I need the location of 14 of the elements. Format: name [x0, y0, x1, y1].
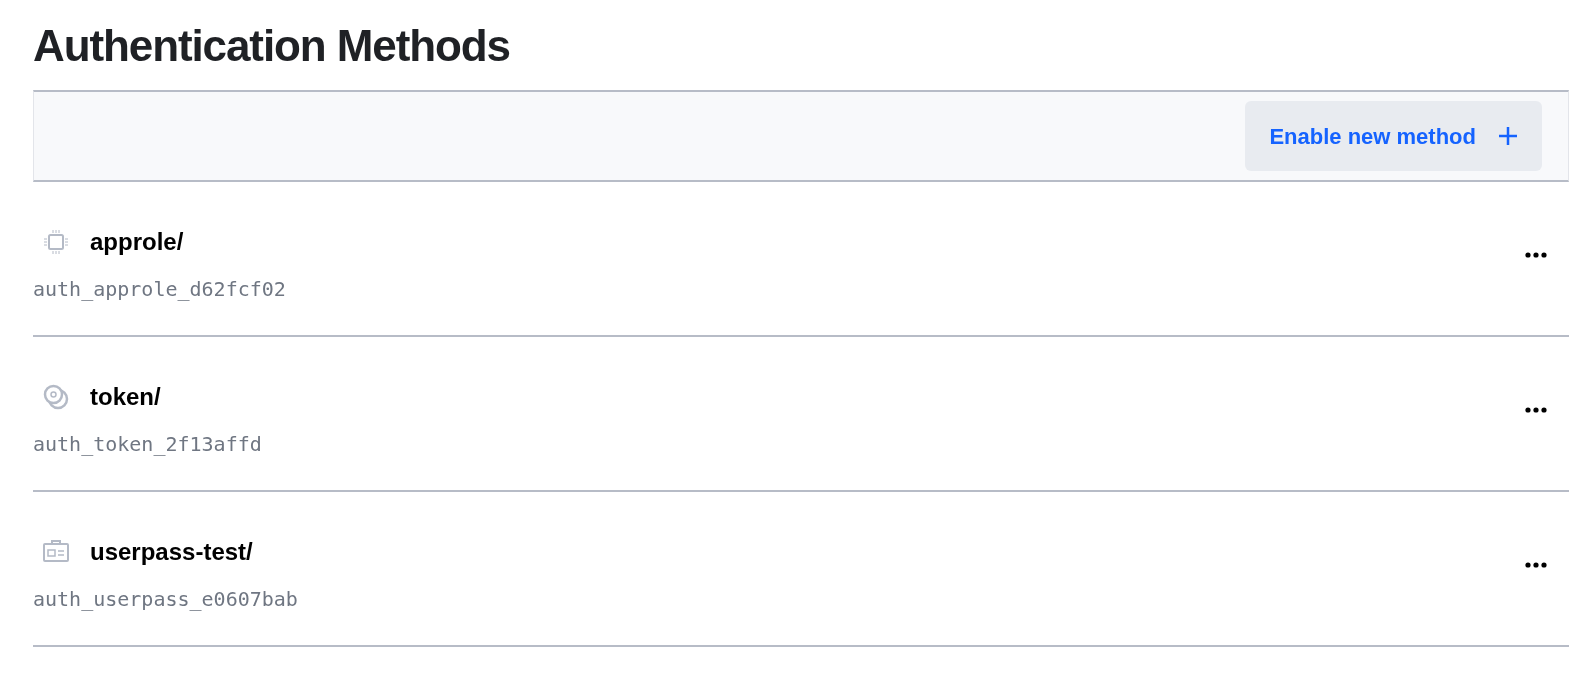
method-path[interactable]: approle/ [90, 224, 184, 260]
method-path[interactable]: userpass-test/ [90, 534, 253, 570]
chip-icon [42, 228, 70, 256]
method-path[interactable]: token/ [90, 379, 161, 415]
page-title: Authentication Methods [33, 20, 511, 72]
accessor-id: auth_userpass_e0607bab [33, 586, 298, 613]
more-options-icon[interactable] [1525, 562, 1547, 568]
more-options-icon[interactable] [1525, 407, 1547, 413]
enable-method-button[interactable]: Enable new method [1245, 101, 1542, 171]
more-options-icon[interactable] [1525, 252, 1547, 258]
accessor-id: auth_approle_d62fcf02 [33, 276, 286, 303]
accessor-id: auth_token_2f13affd [33, 431, 262, 458]
plus-icon [1498, 126, 1518, 146]
coins-icon [42, 383, 70, 411]
